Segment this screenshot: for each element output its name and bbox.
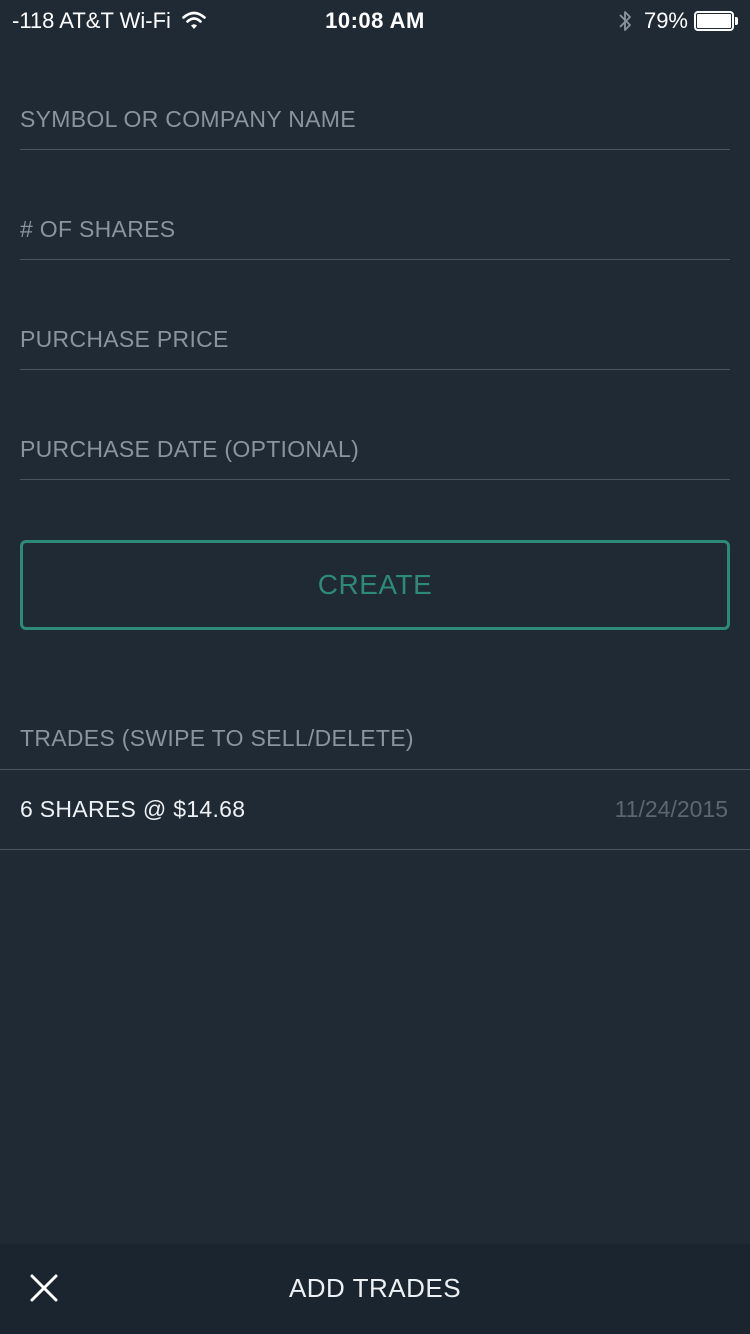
create-button[interactable]: CREATE <box>20 540 730 630</box>
purchase-date-input[interactable] <box>20 436 730 463</box>
shares-input[interactable] <box>20 216 730 243</box>
price-field <box>20 300 730 370</box>
add-trades-screen: -118 AT&T Wi-Fi 10:08 AM 79% SYMBOL OR C… <box>0 0 750 1334</box>
bottom-bar: ADD TRADES <box>0 1244 750 1334</box>
status-bar: -118 AT&T Wi-Fi 10:08 AM 79% <box>0 0 750 40</box>
purchase-price-input[interactable] <box>20 326 730 353</box>
battery-percent: 79% <box>643 8 688 33</box>
trade-date: 11/24/2015 <box>614 796 728 822</box>
trade-row[interactable]: 6 SHARES @ $14.68 11/24/2015 <box>0 770 750 850</box>
trade-description: 6 SHARES @ $14.68 <box>20 796 246 822</box>
date-field <box>20 410 730 480</box>
symbol-input[interactable] <box>20 106 730 133</box>
shares-field <box>20 190 730 260</box>
battery-icon <box>694 11 738 31</box>
bluetooth-icon <box>618 9 632 33</box>
status-right: 79% <box>618 8 738 34</box>
trades-header: TRADES (SWIPE TO SELL/DELETE) <box>20 725 414 751</box>
symbol-field <box>20 80 730 150</box>
page-title: ADD TRADES <box>288 1273 462 1303</box>
